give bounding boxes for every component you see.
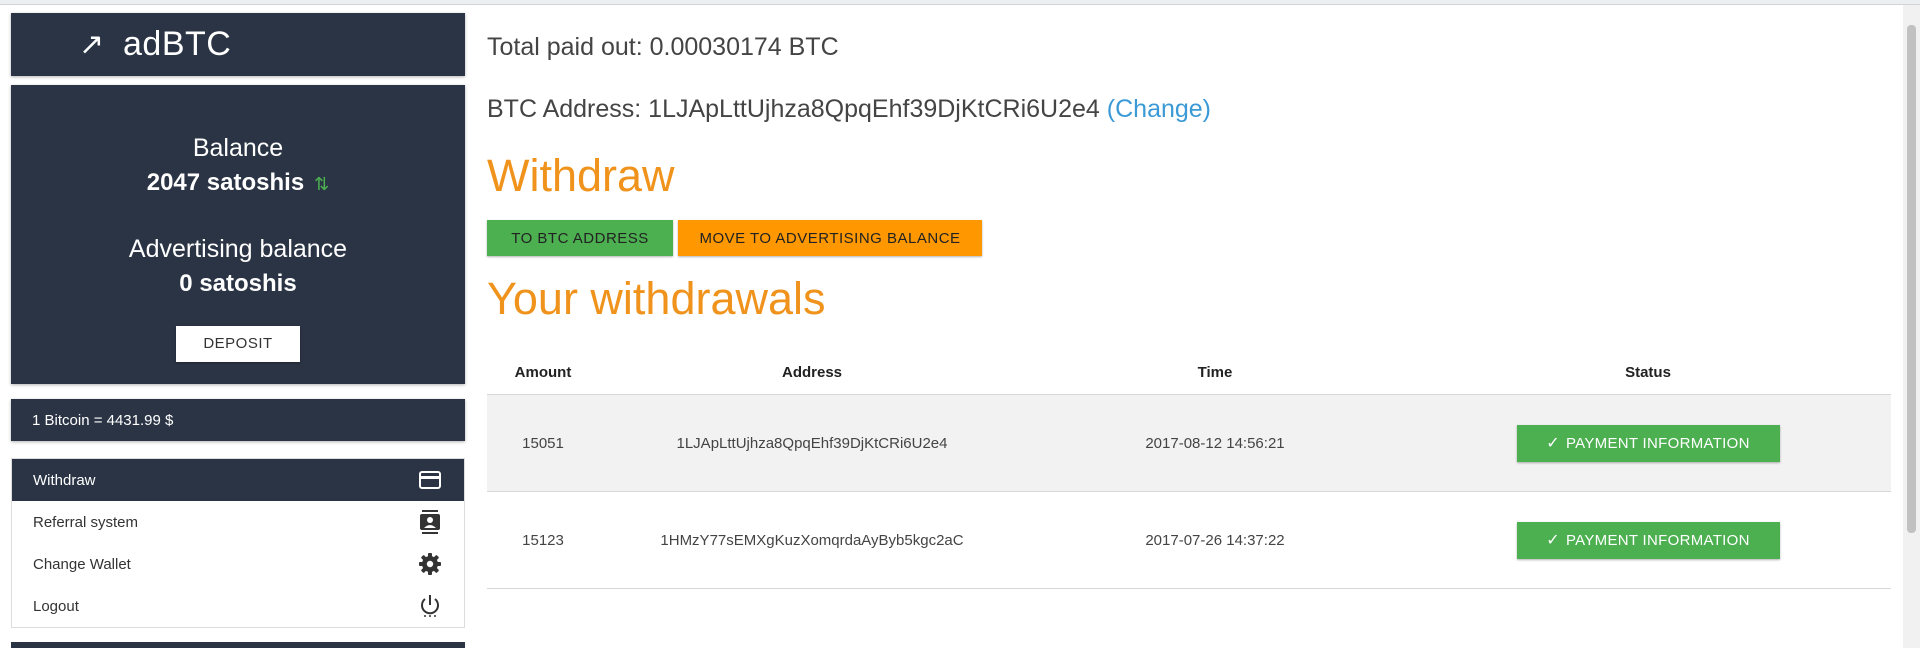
sidebar-item-withdraw[interactable]: Withdraw: [12, 459, 464, 501]
sidebar-item-label: Logout: [33, 597, 79, 615]
sidebar-item-label: Withdraw: [33, 471, 96, 489]
balance-card: Balance 2047 satoshis ⇅ Advertising balan…: [11, 85, 465, 384]
btc-address-text: BTC Address: 1LJApLttUjhza8QpqEhf39DjKtC…: [487, 95, 1100, 123]
contacts-icon: [418, 510, 442, 534]
cell-time: 2017-07-26 14:37:22: [1145, 531, 1285, 549]
brand-name: adBTC: [123, 25, 232, 63]
withdrawals-heading: Your withdrawals: [487, 273, 826, 324]
withdraw-actions: TO BTC ADDRESS MOVE TO ADVERTISING BALAN…: [487, 220, 982, 256]
withdraw-heading: Withdraw: [487, 150, 675, 201]
total-paid-out: Total paid out: 0.00030174 BTC: [487, 33, 839, 61]
to-btc-address-button[interactable]: TO BTC ADDRESS: [487, 220, 673, 256]
payment-information-button[interactable]: ✓ PAYMENT INFORMATION: [1516, 521, 1780, 559]
move-to-advertising-button[interactable]: MOVE TO ADVERTISING BALANCE: [678, 220, 982, 256]
trend-arrow-icon: ↗: [79, 28, 105, 61]
table-header: Amount Address Time Status: [487, 350, 1891, 395]
exchange-rate: 1 Bitcoin = 4431.99 $: [11, 399, 465, 441]
cell-time: 2017-08-12 14:56:21: [1145, 434, 1285, 452]
advertising-balance-label: Advertising balance: [128, 234, 348, 263]
payment-information-label: PAYMENT INFORMATION: [1565, 531, 1750, 549]
cell-status: ✓ PAYMENT INFORMATION: [1405, 521, 1891, 559]
cell-address: 1HMzY77sEMXgKuzXomqrdaAyByb5kgc2aC: [660, 531, 964, 549]
check-icon: ✓: [1546, 532, 1560, 549]
balance-value: 2047 satoshis: [146, 169, 305, 196]
check-icon: ✓: [1546, 435, 1560, 452]
credit-card-icon: [418, 468, 442, 492]
brand-header[interactable]: ↗ adBTC: [11, 13, 465, 76]
sidebar-item-logout[interactable]: Logout: [12, 585, 464, 627]
change-address-link[interactable]: (Change): [1107, 95, 1211, 123]
cell-amount: 15051: [522, 434, 564, 452]
sidebar-item-label: Change Wallet: [33, 555, 131, 573]
power-icon: [418, 594, 442, 618]
scrollbar-thumb[interactable]: [1907, 25, 1916, 533]
page-scrollbar[interactable]: [1903, 5, 1920, 648]
sidebar-item-referral[interactable]: Referral system: [12, 501, 464, 543]
table-row: 15123 1HMzY77sEMXgKuzXomqrdaAyByb5kgc2aC…: [487, 492, 1891, 589]
balance-label: Balance: [192, 134, 284, 162]
sidebar-menu: Withdraw Referral system Change Wallet L…: [11, 458, 465, 628]
column-header-time: Time: [1197, 363, 1233, 381]
cell-amount: 15123: [522, 531, 564, 549]
table-row: 15051 1LJApLttUjhza8QpqEhf39DjKtCRi6U2e4…: [487, 395, 1891, 492]
advertising-balance-value: 0 satoshis: [179, 269, 297, 297]
btc-address-line: BTC Address: 1LJApLttUjhza8QpqEhf39DjKtC…: [487, 95, 1211, 124]
sidebar-item-label: Referral system: [33, 513, 139, 531]
browser-top-edge: [0, 0, 1920, 5]
withdrawals-table: Amount Address Time Status 15051 1LJApLt…: [487, 350, 1891, 589]
deposit-button[interactable]: DEPOSIT: [176, 325, 300, 362]
gear-icon: [418, 552, 442, 576]
sidebar: ↗ adBTC Balance 2047 satoshis ⇅ Advertisi…: [11, 13, 465, 648]
column-header-address: Address: [781, 363, 843, 381]
column-header-status: Status: [1625, 363, 1671, 381]
column-header-amount: Amount: [514, 363, 572, 381]
cell-address: 1LJApLttUjhza8QpqEhf39DjKtCRi6U2e4: [676, 434, 948, 452]
balance-value-row: 2047 satoshis ⇅: [11, 167, 465, 200]
payment-information-label: PAYMENT INFORMATION: [1565, 434, 1750, 452]
sidebar-bottom-strip: [11, 642, 465, 648]
swap-icon[interactable]: ⇅: [314, 174, 329, 194]
sidebar-item-change-wallet[interactable]: Change Wallet: [12, 543, 464, 585]
cell-status: ✓ PAYMENT INFORMATION: [1405, 424, 1891, 462]
payment-information-button[interactable]: ✓ PAYMENT INFORMATION: [1516, 424, 1780, 462]
